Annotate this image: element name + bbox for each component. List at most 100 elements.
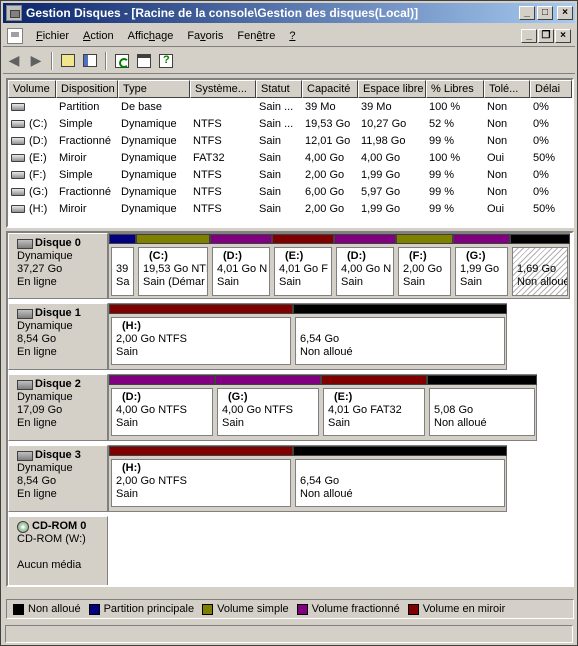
menu-help[interactable]: ?	[282, 30, 302, 42]
column-header[interactable]: Tolé...	[484, 80, 530, 98]
child-restore-button[interactable]: ❐	[538, 28, 554, 43]
table-cell: Sain	[259, 151, 282, 164]
table-cell: 2,00 Go	[305, 168, 345, 181]
table-row[interactable]: (D:) Fractionné Dynamique NTFS Sain 12,01 Go 1…	[8, 132, 572, 149]
disk-status: En ligne	[17, 488, 57, 500]
column-header[interactable]: Délai	[530, 80, 572, 98]
child-close-button[interactable]: ×	[555, 28, 571, 43]
partition-size: 2,00 Go NTFS	[116, 333, 187, 345]
column-header[interactable]: Type	[118, 80, 190, 98]
show-hide-tree-icon[interactable]	[79, 50, 101, 72]
partition-simple[interactable]: (C:) 19,53 Go NTF Sain (Démar	[136, 234, 210, 300]
menu-action[interactable]: Action	[76, 30, 121, 42]
disk-size: 37,27 Go	[17, 263, 63, 275]
table-cell: NTFS	[193, 202, 222, 215]
partition-status: Sain	[217, 276, 240, 288]
partition-status: Sain	[222, 417, 245, 429]
menu-fentre[interactable]: Fenêtre	[230, 30, 282, 42]
partition-status: Sain	[116, 417, 139, 429]
partition-status: Non alloué	[300, 488, 353, 500]
partition-status: Sain	[403, 276, 426, 288]
menu-bar: Fichier Action Affichage Favoris Fenêtre? _ …	[3, 25, 575, 47]
title-bar[interactable]: Gestion Disques - [Racine de la console\…	[3, 3, 575, 23]
table-row[interactable]: (G:) Fractionné Dynamique NTFS Sain 6,00 Go 5,…	[8, 183, 572, 200]
forward-arrow-icon[interactable]: ▶	[25, 50, 47, 72]
column-header[interactable]: Volume	[8, 80, 56, 98]
legend-swatch	[88, 603, 100, 615]
partition-spanned[interactable]: (G:) 1,99 Go Sain	[453, 234, 510, 300]
disk-label[interactable]: Disque 3 Dynamique 8,54 Go En ligne	[8, 445, 108, 512]
maximize-button[interactable]: □	[537, 6, 553, 20]
table-cell: Dynamique	[121, 117, 177, 130]
volume-icon	[11, 170, 25, 179]
minimize-button[interactable]: _	[519, 6, 535, 20]
document-menu-icon[interactable]	[7, 27, 23, 44]
cdrom-status: Aucun média	[17, 559, 82, 571]
partition-mirror[interactable]: (H:) 2,00 Go NTFS Sain	[109, 446, 293, 513]
disk-name: Disque 1	[17, 307, 107, 320]
menu-favoris[interactable]: Favoris	[180, 30, 230, 42]
back-arrow-icon[interactable]: ◀	[3, 50, 25, 72]
column-header[interactable]: Statut	[256, 80, 302, 98]
disk-management-window: Gestion Disques - [Racine de la console\…	[0, 0, 578, 646]
cdrom-label[interactable]: CD-ROM 0 CD-ROM (W:) Aucun média	[8, 516, 108, 585]
partition-simple[interactable]: (F:) 2,00 Go Sain	[396, 234, 453, 300]
partition-mirror[interactable]: (E:) 4,01 Go F Sain	[272, 234, 334, 300]
table-row[interactable]: (C:) Simple Dynamique NTFS Sain ... 19,53 Go 1…	[8, 115, 572, 132]
legend-label: Volume fractionné	[311, 603, 400, 615]
table-row[interactable]: (H:) Miroir Dynamique NTFS Sain 2,00 Go 1,99 G…	[8, 200, 572, 217]
properties-icon[interactable]	[133, 50, 155, 72]
up-folder-icon[interactable]	[57, 50, 79, 72]
partition-mirror[interactable]: (E:) 4,01 Go FAT32 Sain	[321, 375, 427, 442]
partition-color-bar	[453, 234, 510, 244]
refresh-icon[interactable]	[111, 50, 133, 72]
legend-item: Non alloué	[13, 603, 81, 615]
partition-unallocated[interactable]: 1,69 Go Non alloué	[510, 234, 570, 300]
legend-swatch	[407, 603, 419, 615]
partition-status: Non alloué	[300, 346, 353, 358]
column-header[interactable]: % Libres	[426, 80, 484, 98]
table-cell: 10,27 Go	[361, 117, 407, 130]
partition-mirror[interactable]: (H:) 2,00 Go NTFS Sain	[109, 304, 293, 371]
partition-status: Sain (Démar	[143, 276, 205, 288]
table-row[interactable]: (E:) Miroir Dynamique FAT32 Sain 4,00 Go 4,00 …	[8, 149, 572, 166]
disk-size: 8,54 Go	[17, 333, 57, 345]
partition-label: (H:)	[122, 462, 141, 474]
close-button[interactable]: ×	[557, 6, 573, 20]
partition-spanned[interactable]: (D:) 4,01 Go N Sain	[210, 234, 272, 300]
disk-graphical-view[interactable]: Disque 0 Dynamique 37,27 Go En ligne 39 Sa (C…	[6, 231, 574, 587]
disk-label[interactable]: Disque 0 Dynamique 37,27 Go En ligne	[8, 233, 108, 299]
disk-label[interactable]: Disque 2 Dynamique 17,09 Go En ligne	[8, 374, 108, 441]
table-cell: 4,00 Go	[305, 151, 345, 164]
column-header[interactable]: Disposition	[56, 80, 118, 98]
toolbar-separator	[105, 51, 107, 70]
partition-spanned[interactable]: (D:) 4,00 Go N Sain	[334, 234, 396, 300]
menu-affichage[interactable]: Affichage	[121, 30, 181, 42]
partition-body: 1,69 Go Non alloué	[512, 247, 568, 296]
table-row[interactable]: (F:) Simple Dynamique NTFS Sain 2,00 Go 1,99 G…	[8, 166, 572, 183]
partition-body: (E:) 4,01 Go F Sain	[274, 247, 332, 296]
volume-list[interactable]: Volume Disposition Type Système... Statut Cap…	[6, 78, 574, 228]
table-cell: 12,01 Go	[305, 134, 351, 147]
partition-size: 4,01 Go N	[217, 263, 268, 275]
partition-spanned[interactable]: (G:) 4,00 Go NTFS Sain	[215, 375, 321, 442]
column-header[interactable]: Capacité	[302, 80, 358, 98]
partition-primary[interactable]: 39 Sa	[109, 234, 136, 300]
console-app-icon[interactable]	[6, 5, 22, 21]
table-cell: Oui	[487, 151, 505, 164]
column-header[interactable]: Système...	[190, 80, 256, 98]
table-row[interactable]: Partition De base Sain ... 39 Mo 39 Mo 100 % N…	[8, 98, 572, 115]
help-icon[interactable]	[155, 50, 177, 72]
partition-unallocated[interactable]: 6,54 Go Non alloué	[293, 446, 507, 513]
child-minimize-button[interactable]: _	[521, 28, 537, 43]
column-header[interactable]: Espace libre	[358, 80, 426, 98]
partition-unallocated[interactable]: 6,54 Go Non alloué	[293, 304, 507, 371]
table-cell: 2,00 Go	[305, 202, 345, 215]
partition-label: (D:)	[122, 391, 141, 403]
partition-label	[300, 462, 500, 475]
partition-spanned[interactable]: (D:) 4,00 Go NTFS Sain	[109, 375, 215, 442]
partition-unallocated[interactable]: 5,08 Go Non alloué	[427, 375, 537, 442]
disk-label[interactable]: Disque 1 Dynamique 8,54 Go En ligne	[8, 303, 108, 370]
menu-fichier[interactable]: Fichier	[29, 30, 76, 42]
